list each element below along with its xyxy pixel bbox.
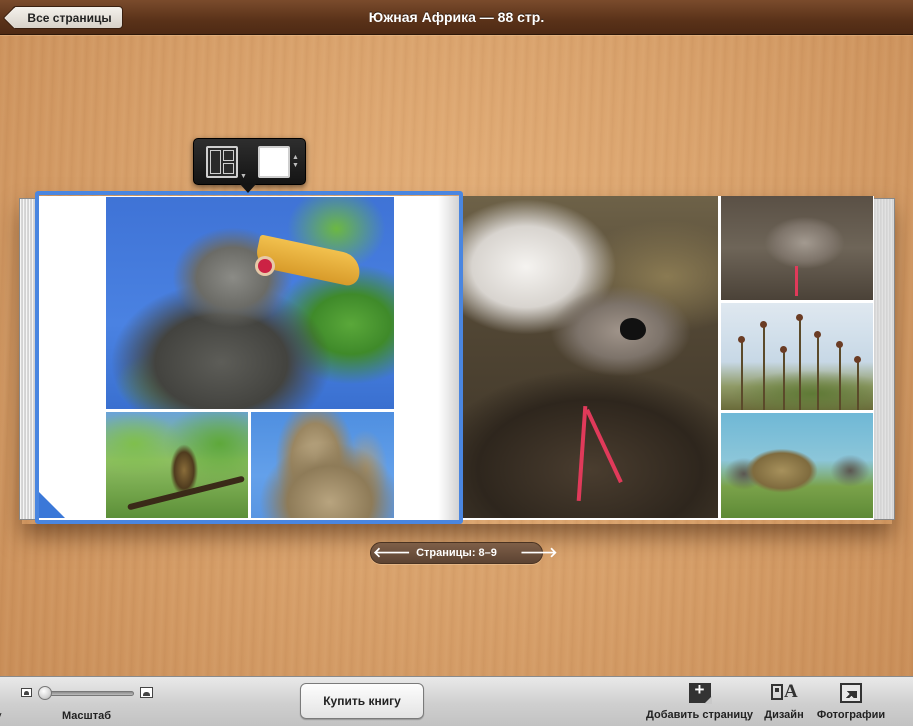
photo-wildflowers[interactable] [721,303,873,410]
title-bar: Все страницы Южная Африка — 88 стр. [0,0,913,35]
add-page-icon [688,680,712,704]
layout-grid-icon[interactable] [206,146,238,178]
lapwing-leg [585,408,623,484]
photos-icon [840,683,862,703]
page-corner-fold[interactable] [39,492,65,518]
design-icon: A [771,681,798,703]
page-selection-outline [35,191,463,524]
design-label: Дизайн [764,709,804,721]
book-title: Южная Африка — 88 стр. [368,9,545,25]
photo-elephants-at-water-tank[interactable] [721,413,873,518]
bottom-toolbar: у Масштаб Купить книгу Добавить страницу… [0,676,913,726]
layout-popover: ▼ ▲ ▼ [193,138,306,185]
lapwing-leg [576,405,588,502]
photos-button[interactable]: Фотографии [813,683,889,721]
page-range-label: Страницы: 8–9 [416,547,497,559]
design-button[interactable]: A Дизайн [760,681,808,721]
arrow-right-icon[interactable]: 🡒 [520,544,558,562]
photo-lapwing-walking[interactable] [721,196,873,300]
add-page-button[interactable]: Добавить страницу [642,680,757,721]
page-navigator: 🡐 Страницы: 8–9 🡒 [370,542,558,564]
lapwing-head [620,318,646,340]
zoom-out-icon[interactable] [21,688,32,697]
arrow-left-icon[interactable]: 🡐 [373,544,411,562]
popover-arrow [240,184,256,193]
page-edges-right [873,198,895,520]
zoom-in-icon[interactable] [140,687,153,698]
zoom-slider-track[interactable] [40,691,134,696]
zoom-slider-thumb[interactable] [37,686,52,700]
photo-lapwing-wings-spread[interactable] [462,196,718,518]
add-page-label: Добавить страницу [646,709,753,721]
chevron-down-icon: ▼ [240,173,247,180]
chevron-down-icon: ▼ [292,162,299,169]
buy-book-label: Купить книгу [323,694,401,708]
zoom-label: Масштаб [62,710,112,722]
buy-book-button[interactable]: Купить книгу [300,683,424,719]
background-swatch[interactable] [258,146,290,178]
truncated-label: у [0,710,2,722]
chevron-up-icon: ▲ [292,154,299,161]
photos-label: Фотографии [816,709,886,721]
lapwing-leg [795,266,798,296]
